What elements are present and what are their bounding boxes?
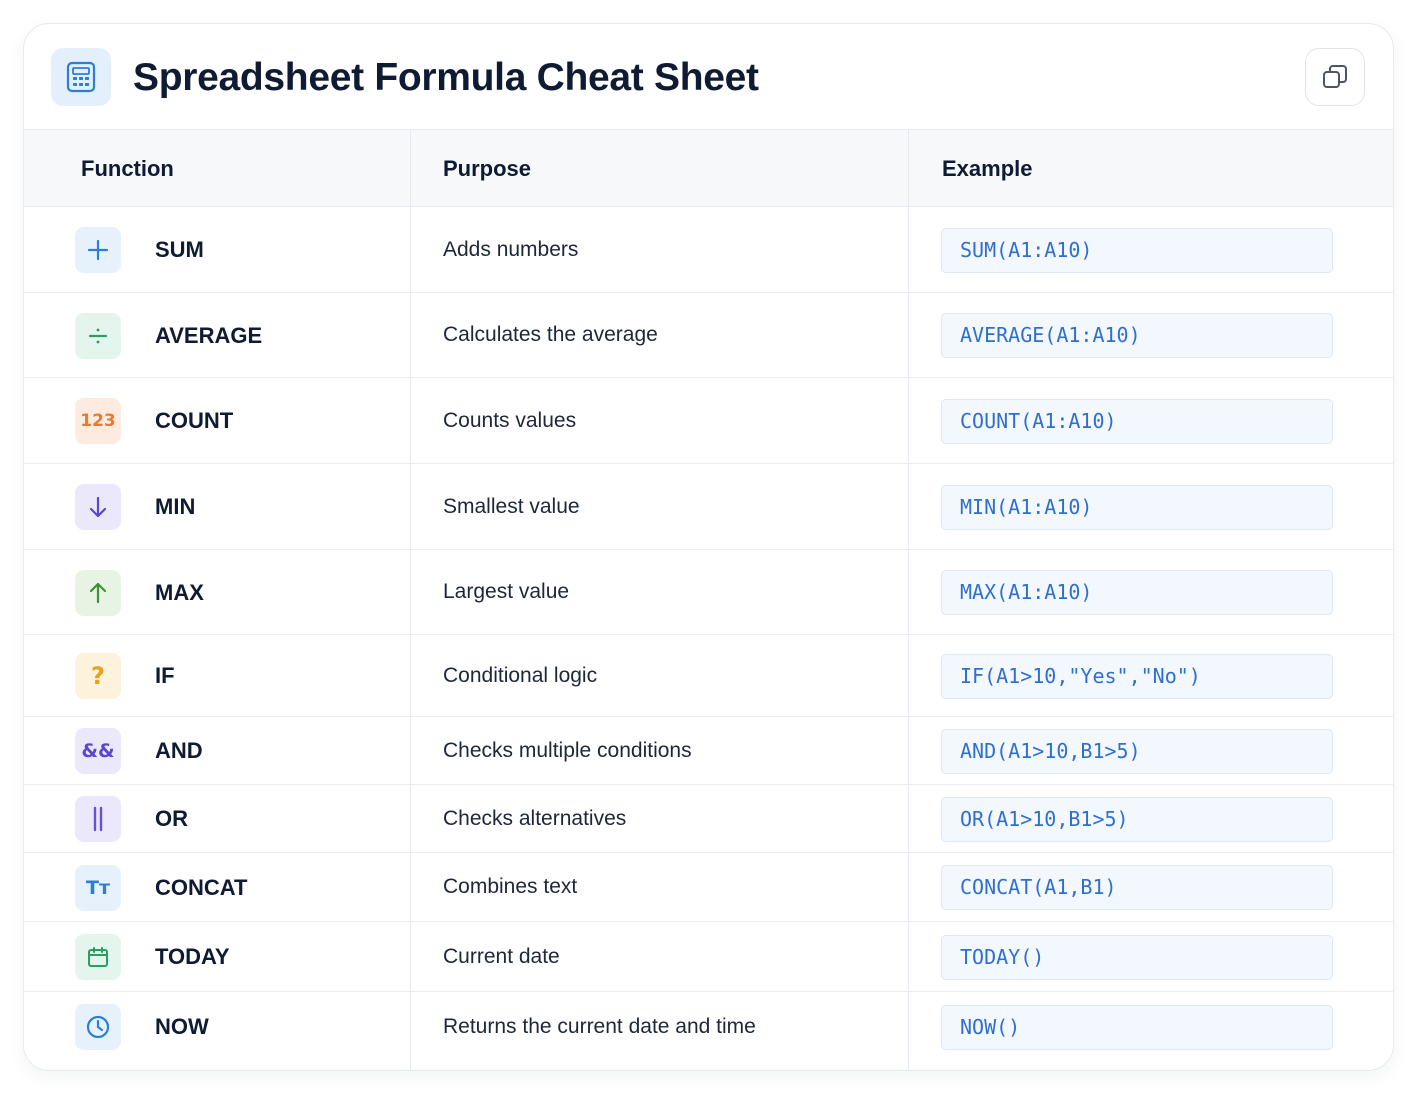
table-row: Tт CONCAT Combines text CONCAT(A1,B1): [24, 853, 1393, 922]
formula-example[interactable]: COUNT(A1:A10): [941, 399, 1333, 444]
function-name: MAX: [155, 580, 204, 605]
formula-example[interactable]: TODAY(): [941, 935, 1333, 980]
ampersand-icon: &&: [75, 728, 121, 774]
function-purpose: Calculates the average: [443, 323, 658, 346]
text-icon: Tт: [75, 865, 121, 911]
icon-glyph: ?: [91, 662, 105, 690]
clock-icon: [75, 1004, 121, 1050]
function-name: IF: [155, 663, 175, 688]
plus-icon: [75, 227, 121, 273]
function-purpose: Conditional logic: [443, 664, 598, 687]
arrow-up-icon: [75, 570, 121, 616]
icon-glyph: &&: [81, 740, 115, 762]
function-purpose: Adds numbers: [443, 238, 579, 261]
function-name: SUM: [155, 237, 204, 262]
question-icon: ?: [75, 653, 121, 699]
function-purpose: Current date: [443, 945, 560, 968]
function-name: CONCAT: [155, 875, 248, 900]
table-row: 123 COUNT Counts values COUNT(A1:A10): [24, 378, 1393, 464]
formula-example[interactable]: IF(A1>10,"Yes","No"): [941, 654, 1333, 699]
function-purpose: Smallest value: [443, 495, 580, 518]
table-row: TODAY Current date TODAY(): [24, 922, 1393, 992]
formula-example[interactable]: AVERAGE(A1:A10): [941, 313, 1333, 358]
icon-glyph: 123: [80, 411, 116, 431]
copy-icon: [1323, 65, 1347, 88]
function-purpose: Checks multiple conditions: [443, 739, 692, 762]
formula-example[interactable]: MIN(A1:A10): [941, 485, 1333, 530]
table-row: NOW Returns the current date and time NOW(…: [24, 992, 1393, 1062]
formula-example[interactable]: OR(A1>10,B1>5): [941, 797, 1333, 842]
function-name: COUNT: [155, 408, 234, 433]
function-name: MIN: [155, 494, 196, 519]
function-name: TODAY: [155, 944, 230, 969]
function-purpose: Combines text: [443, 875, 578, 898]
formula-example[interactable]: AND(A1>10,B1>5): [941, 729, 1333, 774]
table-header: Function Purpose Example: [24, 130, 1393, 207]
arrow-down-icon: [75, 484, 121, 530]
function-purpose: Returns the current date and time: [443, 1015, 756, 1038]
cheat-sheet-card: Spreadsheet Formula Cheat Sheet Function…: [23, 23, 1394, 1071]
table-row: ? IF Conditional logic IF(A1>10,"Yes","No"): [24, 635, 1393, 717]
function-purpose: Largest value: [443, 580, 570, 603]
table-row: AVERAGE Calculates the average AVERAGE(A1:…: [24, 293, 1393, 378]
table-row: MAX Largest value MAX(A1:A10): [24, 550, 1393, 635]
function-name: NOW: [155, 1014, 209, 1039]
function-name: OR: [155, 806, 188, 831]
number-icon: 123: [75, 398, 121, 444]
icon-glyph: Tт: [86, 877, 110, 899]
column-header-purpose: Purpose: [443, 156, 532, 181]
column-header-example: Example: [942, 156, 1033, 181]
table-row: && AND Checks multiple conditions AND(A1>10…: [24, 717, 1393, 785]
card-header: Spreadsheet Formula Cheat Sheet: [24, 24, 1393, 130]
function-name: AND: [155, 738, 203, 763]
calculator-icon: [51, 48, 111, 106]
page-title: Spreadsheet Formula Cheat Sheet: [133, 56, 759, 99]
function-name: AVERAGE: [155, 323, 263, 348]
function-purpose: Counts values: [443, 409, 577, 432]
table-row: SUM Adds numbers SUM(A1:A10): [24, 207, 1393, 293]
divide-icon: [75, 313, 121, 359]
copy-button[interactable]: [1305, 48, 1365, 106]
function-purpose: Checks alternatives: [443, 807, 627, 830]
formula-example[interactable]: NOW(): [941, 1005, 1333, 1050]
calendar-icon: [75, 934, 121, 980]
formula-example[interactable]: SUM(A1:A10): [941, 228, 1333, 273]
column-header-function: Function: [81, 156, 174, 181]
formula-example[interactable]: CONCAT(A1,B1): [941, 865, 1333, 910]
pipe-icon: [75, 796, 121, 842]
formula-example[interactable]: MAX(A1:A10): [941, 570, 1333, 615]
table-row: MIN Smallest value MIN(A1:A10): [24, 464, 1393, 550]
table-row: OR Checks alternatives OR(A1>10,B1>5): [24, 785, 1393, 853]
